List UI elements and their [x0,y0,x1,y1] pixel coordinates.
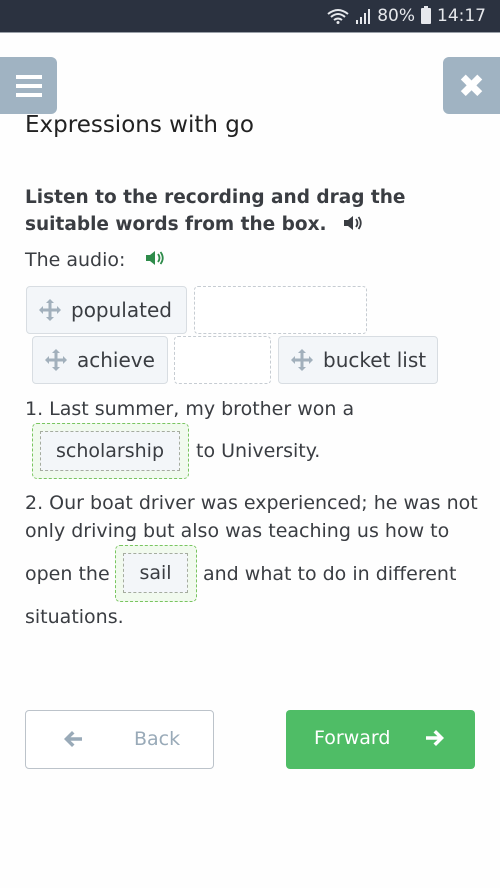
sentence-2-line-3: open the [25,563,110,585]
battery-icon [421,6,431,24]
speaker-icon[interactable] [343,212,363,239]
audio-row: The audio: [25,249,165,271]
sentence-1-text: 1. Last summer, my brother won a [25,398,355,420]
placed-word-label: scholarship [55,440,165,462]
word-chip-populated[interactable]: populated [26,286,187,334]
wifi-icon [327,8,349,24]
word-chip-bucket-list[interactable]: bucket list [278,336,438,384]
move-icon [291,349,313,371]
word-chip-label: populated [71,298,172,322]
page-title: Expressions with go [25,112,254,138]
empty-drop-slot[interactable] [194,286,367,334]
close-button[interactable]: ✖ [443,57,500,114]
drop-zone-sentence-2[interactable]: sail [115,545,197,602]
audio-label: The audio: [25,249,126,271]
menu-button[interactable] [0,57,57,114]
empty-drop-slot[interactable] [174,336,271,384]
sentence-2-line-1: 2. Our boat driver was experienced; he w… [25,492,478,514]
battery-percent: 80% [377,6,415,26]
placed-word-scholarship[interactable]: scholarship [40,431,180,471]
arrow-left-icon [62,728,84,755]
hamburger-menu-icon-bar [15,92,42,97]
forward-button[interactable]: Forward [286,710,475,769]
hamburger-menu-icon [15,74,42,79]
close-icon: ✖ [458,66,485,105]
placed-word-label: sail [139,562,172,584]
audio-play-icon[interactable] [145,249,165,271]
back-label: Back [134,728,181,750]
back-button[interactable]: Back [25,710,214,769]
word-chip-label: bucket list [323,348,427,372]
arrow-right-icon [424,727,446,754]
drop-zone-sentence-1[interactable]: scholarship [32,423,189,479]
placed-word-sail[interactable]: sail [123,553,188,593]
sentence-2-line-2: only driving but also was teaching us ho… [25,520,450,542]
sentence-2-after: and what to do in different [203,563,457,585]
move-icon [45,349,67,371]
clock: 14:17 [437,6,486,26]
move-icon [39,299,61,321]
word-chip-label: achieve [77,348,155,372]
instruction-text: Listen to the recording and drag the sui… [25,184,485,239]
sentence-2-line-4: situations. [25,606,124,628]
sentence-1-after: to University. [196,440,321,462]
status-bar: 80% 14:17 [0,0,500,33]
word-chip-achieve[interactable]: achieve [32,336,168,384]
signal-icon [355,8,371,24]
hamburger-menu-icon-bar [15,83,42,88]
forward-label: Forward [314,727,391,749]
